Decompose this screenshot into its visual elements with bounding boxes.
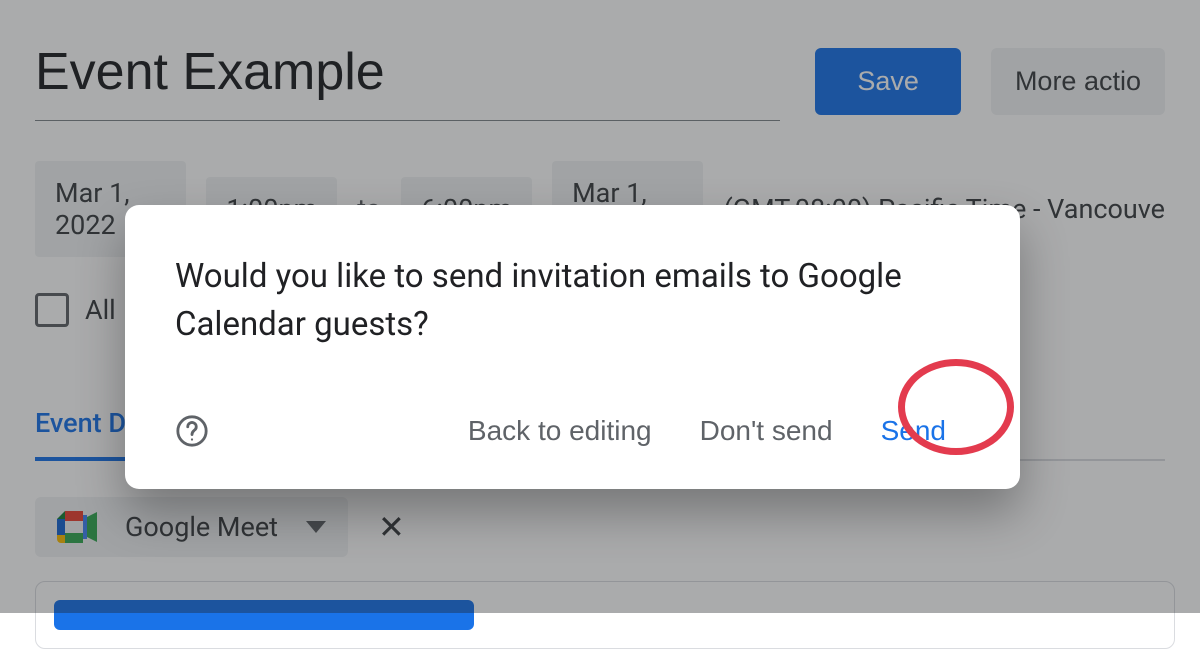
dialog-actions: Back to editing Don't send Send [175, 405, 970, 457]
send-invitations-dialog: Would you like to send invitation emails… [125, 205, 1020, 489]
back-to-editing-button[interactable]: Back to editing [444, 405, 676, 457]
dont-send-button[interactable]: Don't send [676, 405, 857, 457]
dialog-title: Would you like to send invitation emails… [175, 253, 970, 349]
send-button[interactable]: Send [857, 405, 970, 457]
help-icon[interactable] [175, 414, 209, 448]
